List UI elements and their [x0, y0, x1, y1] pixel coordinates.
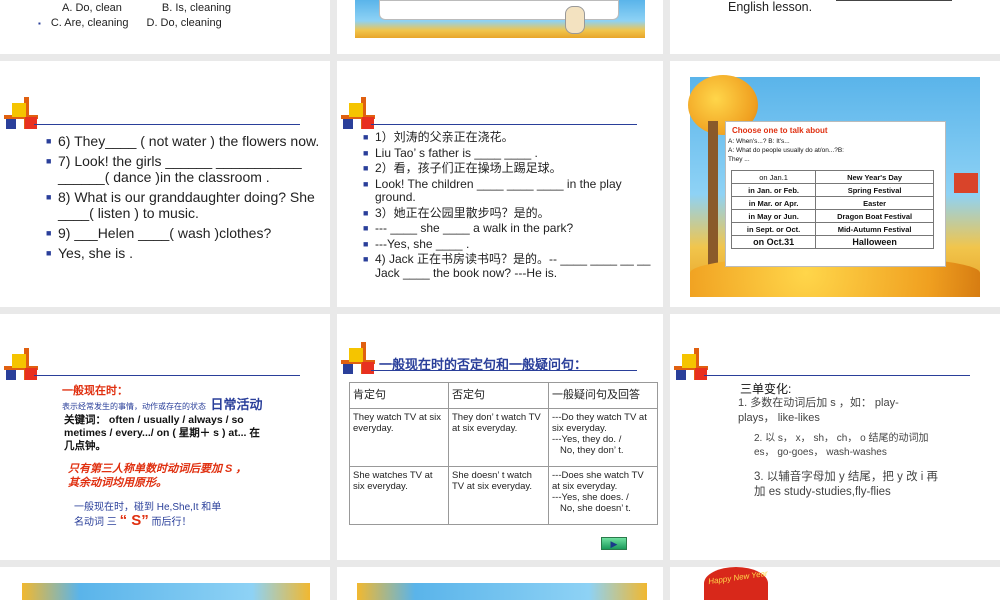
title-rule [704, 375, 970, 376]
slide-thumbnail-1[interactable]: A. Do, clean B. Is, cleaning ▪ C. Are, cle… [0, 0, 330, 54]
choice-line-1: A. Do, clean B. Is, cleaning [62, 2, 232, 14]
slide-thumbnail-4[interactable]: ■ 6) They____ ( not water ) the flowers n… [0, 61, 330, 307]
list-item: ■ 8) What is our granddaughter doing? She… [46, 189, 315, 221]
question-list: ■ 6) They____ ( not water ) the flowers n… [46, 133, 322, 261]
list-item: ■ 2）看，孩子们正在操场上踢足球。 [363, 161, 562, 175]
slide-thumbnail-8[interactable]: 一般现在时的否定句和一般疑问句： 肯定句 否定句 一般疑问句及回答 They w… [337, 314, 663, 560]
title-rule [34, 375, 300, 376]
rule-blue-2: 名动词 三 “ S” 而后行！ [74, 512, 192, 529]
slide-thumbnail-5[interactable]: ■ 1）刘涛的父亲正在浇花。 ■ Liu Tao’ s father is ____… [337, 61, 663, 307]
slide-thumbnail-12[interactable]: Happy New Year [670, 567, 1000, 600]
list-item: ■ Look! The children ____ ____ ____ in th… [363, 176, 622, 204]
corner-decoration-icon [674, 348, 712, 382]
corner-decoration-icon [4, 97, 42, 131]
cartoon-figure [565, 6, 585, 34]
table-header-row: 肯定句 否定句 一般疑问句及回答 [349, 382, 658, 409]
new-year-badge: Happy New Year [704, 567, 768, 600]
table-row: on Oct.31 Halloween [730, 235, 934, 249]
table-row: in Sept. or Oct. Mid-Autumn Festival [730, 222, 934, 236]
list-item: ■ 1）刘涛的父亲正在浇花。 [363, 130, 514, 144]
slide-sorter: A. Do, clean B. Is, cleaning ▪ C. Are, cle… [0, 0, 1000, 600]
rule-blue-1: 一般现在时，碰到 He,She,It 和单 [74, 502, 222, 513]
slide-thumbnail-2[interactable] [337, 0, 663, 54]
list-item: ■ Yes, she is . [46, 245, 133, 261]
slide-thumbnail-7[interactable]: 一般现在时： 表示经常发生的事情，动作或存在的状态 日常活动 关键词： ofte… [0, 314, 330, 560]
rule-3: 3. 以辅音字母加 y 结尾，把 y 改 i 再加 es study-studi… [754, 471, 939, 498]
table-row: She watches TV at six everyday. She does… [349, 466, 658, 525]
list-item: ■ 6) They____ ( not water ) the flowers n… [46, 133, 320, 149]
slide-thumbnail-11[interactable] [337, 567, 663, 600]
table-row: in Jan. or Feb. Spring Festival [730, 183, 934, 197]
board-prompt-2: A: What do people usually do at/on...?B: [728, 147, 844, 154]
board-prompt-1: A: When's...? B: It's... [728, 138, 790, 145]
translation-list: ■ 1）刘涛的父亲正在浇花。 ■ Liu Tao’ s father is ____… [363, 130, 655, 280]
board-prompt-3: They ... [728, 156, 750, 163]
slide-thumbnail-3[interactable]: English lesson. [670, 0, 1000, 54]
tree-trunk [708, 121, 718, 271]
board-title: Choose one to talk about [732, 126, 828, 135]
list-item: ■ 7) Look! the girls ______ ___________ _… [46, 153, 302, 185]
definition: 表示经常发生的事情，动作或存在的状态 日常活动 [62, 397, 263, 412]
slide-thumbnail-10[interactable] [0, 567, 330, 600]
rule-1: 1. 多数在动词后加 s ，如： play-plays， like-likes [738, 397, 899, 424]
rule-2: 2. 以 s， x， sh， ch， o 结尾的动词加 es， go-goes，… [754, 433, 929, 458]
title-rule [371, 370, 637, 371]
autumn-background [22, 583, 310, 600]
list-item: ■ 3）她正在公园里散步吗？是的。 [363, 205, 550, 220]
grammar-table: 肯定句 否定句 一般疑问句及回答 They watch TV at six ev… [349, 382, 658, 525]
corner-decoration-icon [4, 348, 42, 382]
table-row: They watch TV at six everyday. They don’… [349, 408, 658, 467]
list-item: ■ --- ____ she ____ a walk in the park? [363, 221, 574, 235]
list-item: ■ 4) Jack 正在书房读书吗？是的。-- ____ ____ __ __ J… [363, 252, 651, 280]
keywords: 关键词： often / usually / always / so metim… [64, 414, 260, 452]
lesson-text: English lesson. [728, 0, 813, 14]
list-item: ■ Liu Tao’ s father is ____ ____ . [363, 145, 538, 160]
third-person-heading: 三单变化: [740, 382, 792, 396]
table-row: on Jan.1 New Year's Day [730, 170, 934, 184]
play-button[interactable]: ▶ [601, 537, 627, 550]
cartoon-frame [357, 583, 647, 600]
choice-line-2: ▪ C. Are, cleaning D. Do, cleaning [38, 17, 222, 29]
table-row: in Mar. or Apr. Easter [730, 196, 934, 210]
title-rule [371, 124, 637, 125]
list-item: ■ ---Yes, she ____ . [363, 236, 470, 251]
festival-table: on Jan.1 New Year's Day in Jan. or Feb. Sp… [730, 170, 934, 249]
house-icon [954, 173, 978, 193]
table-row: in May or Jun. Dragon Boat Festival [730, 209, 934, 223]
list-item: ■ 9) ___Helen ____( wash )clothes? [46, 225, 272, 241]
corner-decoration-icon [341, 97, 379, 131]
festival-board: Choose one to talk about A: When's...? B… [725, 121, 946, 267]
title-rule [34, 124, 300, 125]
slide-thumbnail-6[interactable]: Choose one to talk about A: When's...? B… [670, 61, 1000, 307]
slide-thumbnail-9[interactable]: 三单变化: 1. 多数在动词后加 s ，如： play-plays， like-… [670, 314, 1000, 560]
answer-underline [836, 0, 952, 1]
rule-red: 只有第三人称单数时动词后要加 S ，其余动词均用原形。 [68, 463, 247, 489]
